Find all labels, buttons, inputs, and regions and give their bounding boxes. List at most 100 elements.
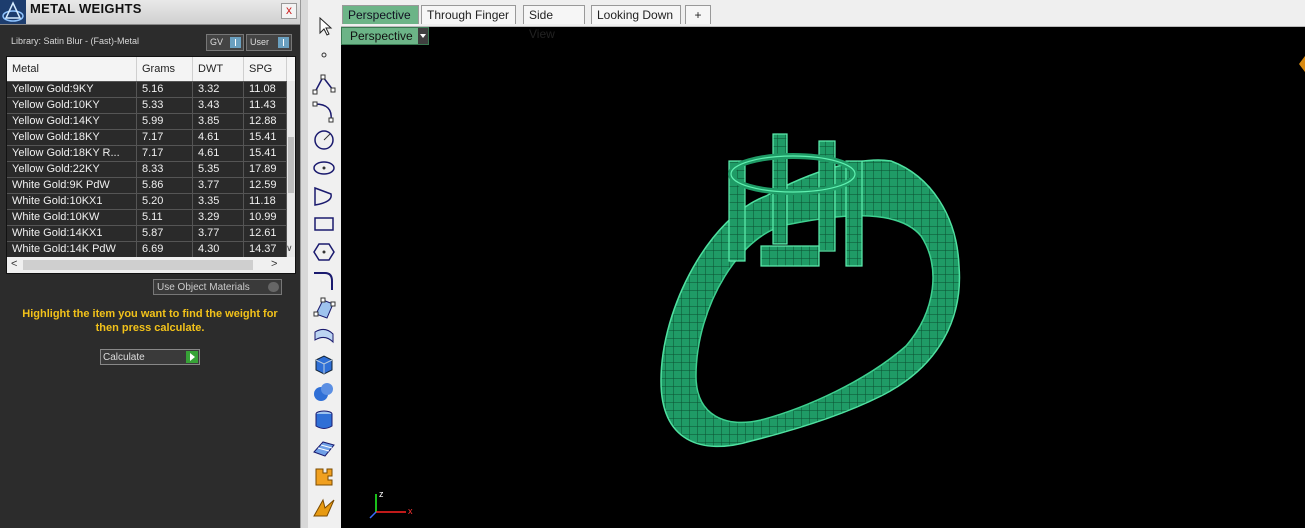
fillet-curve-icon[interactable] — [311, 268, 337, 292]
circle-icon[interactable] — [311, 128, 337, 152]
column-header-spg[interactable]: SPG — [244, 57, 287, 81]
rectangle-icon[interactable] — [311, 212, 337, 236]
tab-through-finger[interactable]: Through Finger — [421, 5, 516, 24]
view-mode-dropdown[interactable]: Perspective — [341, 27, 429, 45]
spg-cell: 10.99 — [244, 210, 287, 225]
axis-label-x: x — [408, 506, 413, 516]
dwt-cell: 3.32 — [193, 82, 244, 97]
use-object-materials-label: Use Object Materials — [157, 282, 250, 293]
axis-label-z: z — [379, 489, 384, 499]
chevron-down-icon[interactable] — [418, 28, 428, 44]
grams-cell: 5.20 — [137, 194, 193, 209]
grams-cell: 6.69 — [137, 242, 193, 257]
gv-toggle-icon — [230, 37, 241, 48]
spg-cell: 11.08 — [244, 82, 287, 97]
grams-cell: 5.87 — [137, 226, 193, 241]
grams-cell: 5.99 — [137, 114, 193, 129]
library-label: Library: Satin Blur - (Fast)-Metal — [11, 36, 140, 46]
metal-cell: White Gold:10KX1 — [7, 194, 137, 209]
dwt-cell: 5.35 — [193, 162, 244, 177]
horizontal-scroll-thumb[interactable] — [23, 260, 253, 270]
puzzle-plugin-icon[interactable] — [311, 464, 337, 488]
grams-cell: 5.86 — [137, 178, 193, 193]
metal-cell: Yellow Gold:18KY — [7, 130, 137, 145]
tab-looking-down[interactable]: Looking Down — [591, 5, 681, 24]
spg-cell: 11.18 — [244, 194, 287, 209]
panel-close-button[interactable]: x — [281, 3, 297, 19]
dwt-cell: 4.30 — [193, 242, 244, 257]
user-label: User — [250, 37, 270, 47]
scroll-right-arrow-icon[interactable]: > — [271, 258, 277, 270]
table-row[interactable]: Yellow Gold:9KY 5.16 3.32 11.08 — [7, 81, 287, 97]
curve-point-icon[interactable] — [311, 100, 337, 124]
user-library-toggle[interactable]: User — [246, 34, 292, 51]
metal-cell: Yellow Gold:14KY — [7, 114, 137, 129]
polyline-icon[interactable] — [311, 72, 337, 96]
panel-title: METAL WEIGHTS — [30, 1, 142, 16]
metal-cell: White Gold:9K PdW — [7, 178, 137, 193]
horizontal-scrollbar[interactable]: < > — [7, 257, 295, 273]
extrude-surface-icon[interactable] — [311, 324, 337, 348]
table-row[interactable]: Yellow Gold:18KY R... 7.17 4.61 15.41 — [7, 145, 287, 161]
panel-header: METAL WEIGHTS x — [0, 0, 300, 25]
column-header-dwt[interactable]: DWT — [193, 57, 244, 81]
point-icon[interactable] — [311, 42, 337, 66]
table-row[interactable]: White Gold:14K PdW 6.69 4.30 14.37 — [7, 241, 287, 257]
view-tab-bar: Perspective Through Finger Side View Loo… — [341, 0, 1305, 41]
grams-cell: 5.33 — [137, 98, 193, 113]
metal-cell: Yellow Gold:10KY — [7, 98, 137, 113]
grams-cell: 5.16 — [137, 82, 193, 97]
vertical-scroll-thumb[interactable] — [288, 137, 294, 193]
dwt-cell: 4.61 — [193, 146, 244, 161]
table-row[interactable]: White Gold:9K PdW 5.86 3.77 12.59 — [7, 177, 287, 193]
sphere-solid-icon[interactable] — [311, 380, 337, 404]
play-arrow-icon — [186, 351, 198, 363]
table-row[interactable]: White Gold:14KX1 5.87 3.77 12.61 — [7, 225, 287, 241]
gv-library-toggle[interactable]: GV — [206, 34, 244, 51]
spg-cell: 14.37 — [244, 242, 287, 257]
table-row[interactable]: Yellow Gold:22KY 8.33 5.35 17.89 — [7, 161, 287, 177]
table-row[interactable]: White Gold:10KX1 5.20 3.35 11.18 — [7, 193, 287, 209]
plane-surface-icon[interactable] — [311, 436, 337, 460]
table-row[interactable]: Yellow Gold:18KY 7.17 4.61 15.41 — [7, 129, 287, 145]
scroll-down-arrow-icon[interactable]: ∨ — [286, 243, 293, 254]
user-toggle-icon — [278, 37, 289, 48]
cylinder-solid-icon[interactable] — [311, 408, 337, 432]
use-object-materials-toggle[interactable]: Use Object Materials — [153, 279, 282, 295]
gv-label: GV — [210, 37, 224, 47]
metal-weights-panel: METAL WEIGHTS x Library: Satin Blur - (F… — [0, 0, 300, 528]
calculate-label: Calculate — [103, 352, 145, 363]
grams-cell: 7.17 — [137, 130, 193, 145]
polygon-icon[interactable] — [311, 240, 337, 264]
spg-cell: 12.88 — [244, 114, 287, 129]
ring-model[interactable] — [641, 106, 971, 486]
axis-gizmo: z x — [369, 489, 413, 519]
grams-cell: 7.17 — [137, 146, 193, 161]
3d-viewport[interactable]: z x — [341, 26, 1305, 528]
column-header-grams[interactable]: Grams — [137, 57, 193, 81]
spg-cell: 12.61 — [244, 226, 287, 241]
spg-cell: 11.43 — [244, 98, 287, 113]
scroll-left-arrow-icon[interactable]: < — [11, 258, 17, 270]
select-arrow-icon[interactable] — [311, 14, 337, 38]
jewelry-tool-icon[interactable] — [311, 494, 337, 518]
ellipse-icon[interactable] — [311, 156, 337, 180]
spg-cell: 12.59 — [244, 178, 287, 193]
tab-side-view[interactable]: Side View — [523, 5, 585, 41]
box-solid-icon[interactable] — [311, 352, 337, 376]
dwt-cell: 4.61 — [193, 130, 244, 145]
calculate-button[interactable]: Calculate — [100, 349, 200, 365]
table-row[interactable]: Yellow Gold:14KY 5.99 3.85 12.88 — [7, 113, 287, 129]
arc-icon[interactable] — [311, 184, 337, 208]
dwt-cell: 3.77 — [193, 178, 244, 193]
table-header: Metal Grams DWT SPG — [7, 57, 295, 81]
column-header-metal[interactable]: Metal — [7, 57, 137, 81]
table-row[interactable]: White Gold:10KW 5.11 3.29 10.99 — [7, 209, 287, 225]
add-view-button[interactable]: + — [685, 5, 711, 24]
table-row[interactable]: Yellow Gold:10KY 5.33 3.43 11.43 — [7, 97, 287, 113]
metal-cell: Yellow Gold:18KY R... — [7, 146, 137, 161]
tab-perspective[interactable]: Perspective — [342, 5, 419, 24]
surface-points-icon[interactable] — [311, 296, 337, 320]
metal-cell: White Gold:14K PdW — [7, 242, 137, 257]
tool-palette — [308, 0, 342, 528]
